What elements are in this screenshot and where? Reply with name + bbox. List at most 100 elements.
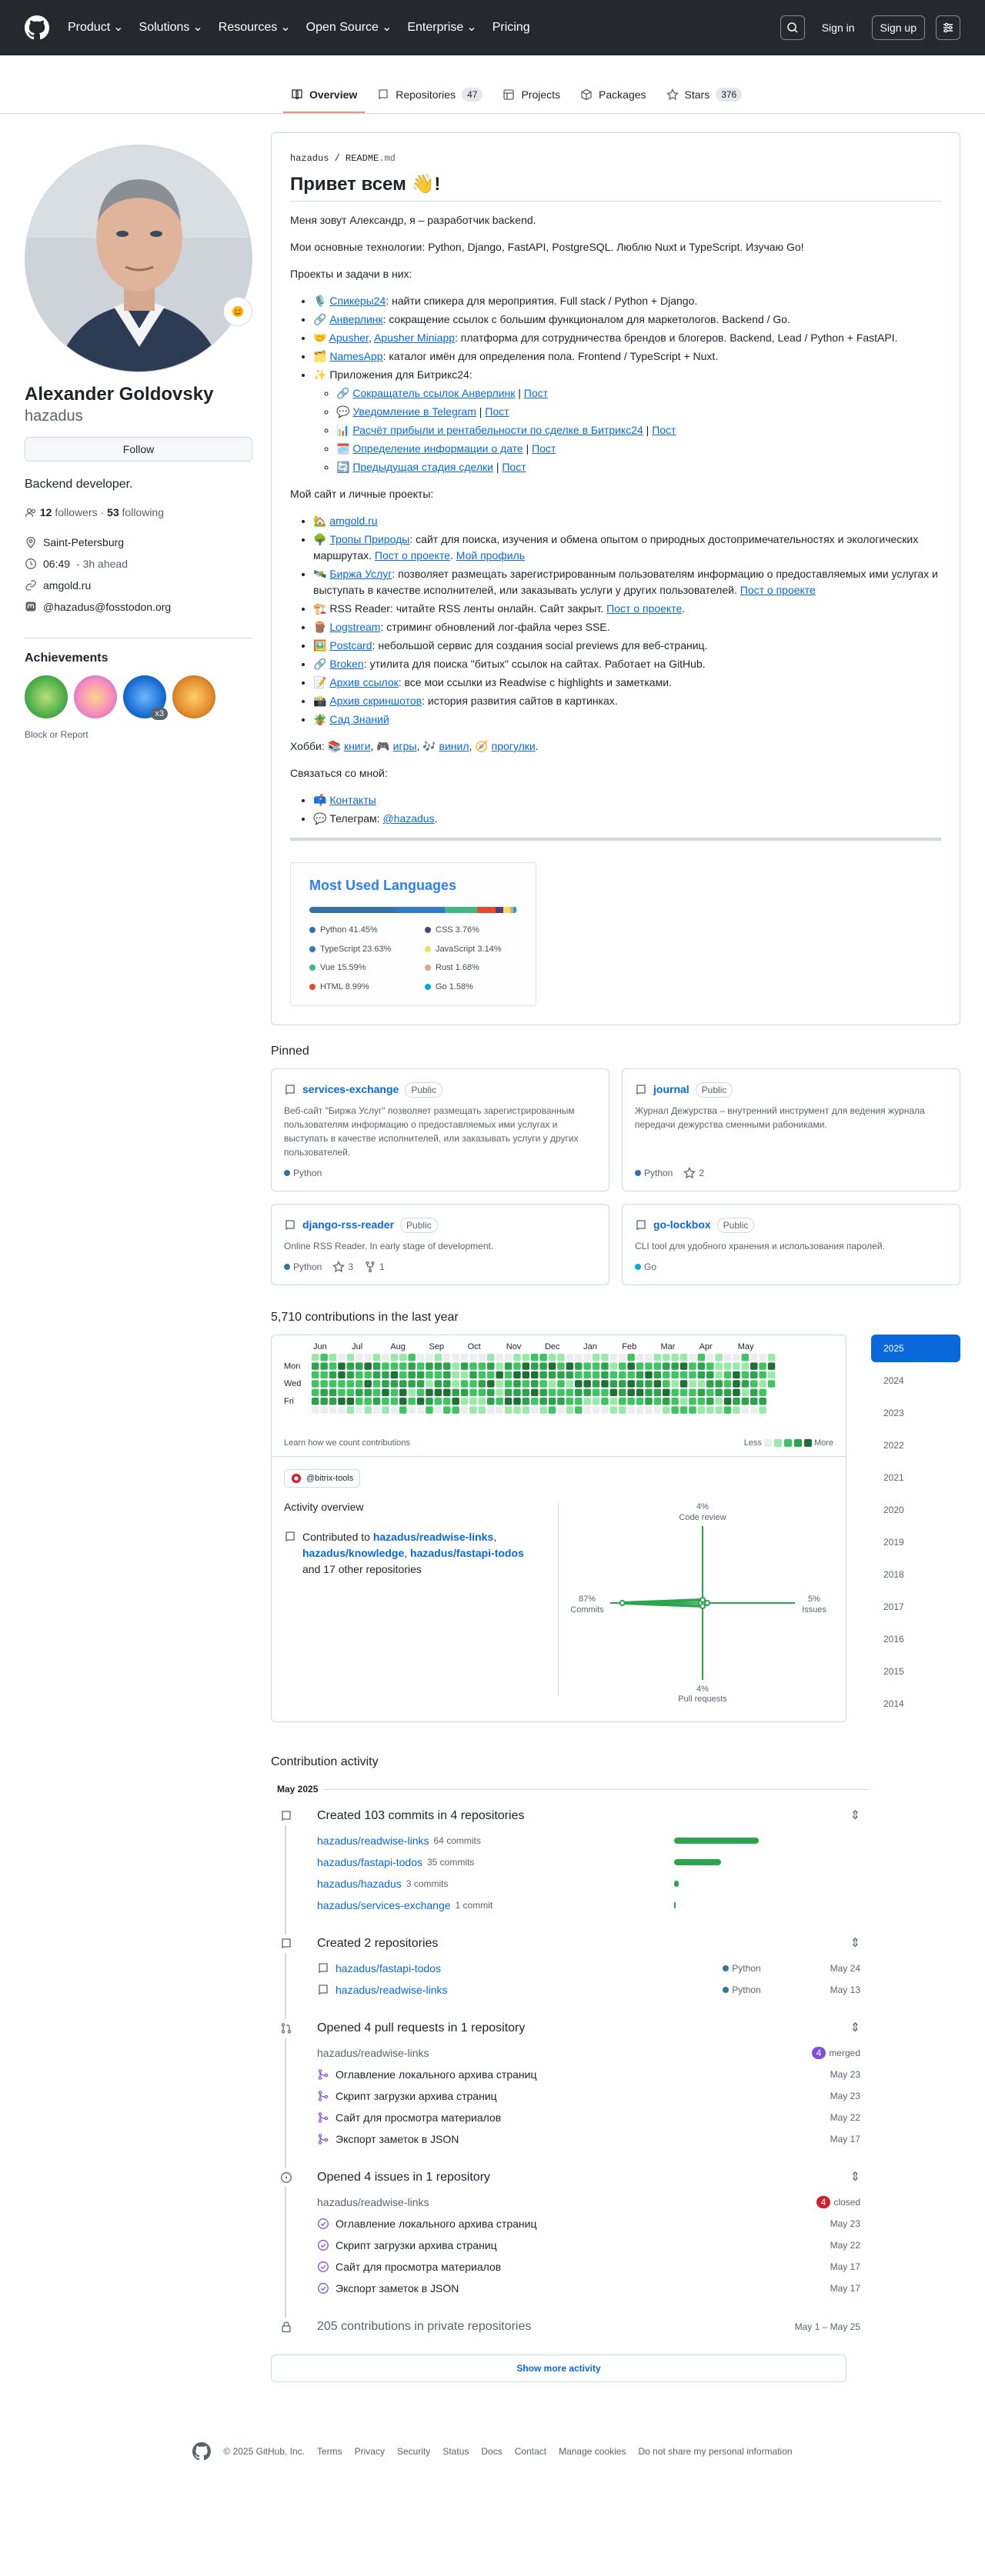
nav-pricing[interactable]: Pricing <box>492 18 530 37</box>
nav-open-source[interactable]: Open Source ⌄ <box>306 18 392 37</box>
achievement-yolo-icon[interactable] <box>74 675 117 718</box>
footer-link[interactable]: Status <box>442 2444 469 2458</box>
tab-stars[interactable]: Stars 376 <box>659 78 750 113</box>
settings-button[interactable] <box>936 15 960 40</box>
signup-button[interactable]: Sign up <box>871 15 925 40</box>
year-link[interactable]: 2020 <box>871 1496 960 1524</box>
issue-title[interactable]: Оглавление локального архива страниц <box>336 2213 536 2234</box>
project-link[interactable]: Apusher <box>329 332 369 344</box>
footer-link[interactable]: Security <box>397 2444 430 2458</box>
github-logo-icon[interactable] <box>25 15 49 40</box>
hobby-link[interactable]: прогулки <box>492 740 536 752</box>
post-link[interactable]: Пост <box>524 387 548 399</box>
project-link[interactable]: Apusher Miniapp <box>374 332 455 344</box>
signin-link[interactable]: Sign in <box>816 20 861 36</box>
telegram-link[interactable]: @hazadus <box>382 812 434 825</box>
contribution-calendar[interactable]: Jun Jul Aug Sep Oct Nov Dec Jan Feb Mar Apr May Mon W… <box>284 1341 833 1434</box>
achievement-starstruck-icon[interactable] <box>172 675 215 718</box>
project-link[interactable]: Спикеры24 <box>329 295 386 307</box>
nav-solutions[interactable]: Solutions ⌄ <box>139 18 203 37</box>
year-link[interactable]: 2014 <box>871 1690 960 1718</box>
pr-title[interactable]: Скрипт загрузки архива страниц <box>336 2085 497 2107</box>
year-link[interactable]: 2017 <box>871 1593 960 1621</box>
nav-enterprise[interactable]: Enterprise ⌄ <box>407 18 476 37</box>
tab-overview[interactable]: Overview <box>283 78 366 113</box>
tab-projects[interactable]: Projects <box>495 78 568 113</box>
app-link[interactable]: Уведомление в Telegram <box>352 405 476 418</box>
repo-link[interactable]: hazadus/readwise-links <box>317 2191 429 2213</box>
pr-title[interactable]: Сайт для просмотра материалов <box>336 2107 501 2128</box>
profile-link[interactable]: Мой профиль <box>456 549 525 562</box>
year-link[interactable]: 2025 <box>871 1335 960 1362</box>
footer-link[interactable]: Contact <box>515 2444 546 2458</box>
tab-packages[interactable]: Packages <box>573 78 653 113</box>
repo-forks[interactable]: 1 <box>364 1260 385 1274</box>
year-link[interactable]: 2015 <box>871 1658 960 1685</box>
project-link[interactable]: Тропы Природы <box>329 533 409 545</box>
app-link[interactable]: Сокращатель ссылок Анверлинк <box>352 387 515 399</box>
project-link[interactable]: Архив скриншотов <box>329 695 422 707</box>
repo-stars[interactable]: 2 <box>683 1166 704 1180</box>
footer-link[interactable]: Manage cookies <box>559 2444 626 2458</box>
project-link[interactable]: Анверлинк <box>329 313 382 325</box>
repo-link[interactable]: hazadus/fastapi-todos <box>317 1851 422 1873</box>
post-link[interactable]: Пост о проекте <box>606 602 682 615</box>
nav-product[interactable]: Product ⌄ <box>68 18 124 37</box>
project-link[interactable]: Биржа Услуг <box>329 568 392 580</box>
learn-link[interactable]: Learn how we count contributions <box>284 1437 410 1450</box>
year-link[interactable]: 2024 <box>871 1367 960 1395</box>
status-emoji-button[interactable] <box>223 297 252 326</box>
year-link[interactable]: 2023 <box>871 1399 960 1427</box>
repo-link[interactable]: hazadus/readwise-links <box>336 1979 448 2001</box>
project-link[interactable]: Сад Знаний <box>329 713 389 725</box>
post-link[interactable]: Пост <box>485 405 509 418</box>
mastodon-item[interactable]: @hazadus@fosstodon.org <box>25 596 252 618</box>
project-link[interactable]: Logstream <box>329 621 380 633</box>
issue-title[interactable]: Скрипт загрузки архива страниц <box>336 2234 497 2256</box>
block-report-link[interactable]: Block or Report <box>25 728 252 741</box>
collapse-icon[interactable]: ⇕ <box>850 2168 860 2187</box>
website-item[interactable]: amgold.ru <box>25 575 252 596</box>
repo-link[interactable]: hazadus/hazadus <box>317 1873 402 1895</box>
following-link[interactable]: 53 following <box>107 506 164 518</box>
post-link[interactable]: Пост <box>502 461 526 473</box>
tab-repositories[interactable]: Repositories 47 <box>369 78 490 113</box>
app-link[interactable]: Расчёт прибыли и рентабельности по сделк… <box>352 424 643 436</box>
hobby-link[interactable]: книги <box>344 740 371 752</box>
year-link[interactable]: 2016 <box>871 1625 960 1653</box>
repo-link[interactable]: journal <box>653 1081 690 1098</box>
achievement-pull-shark-icon[interactable] <box>25 675 68 718</box>
hobby-link[interactable]: игры <box>393 740 417 752</box>
org-badge[interactable]: @bitrix-tools <box>284 1468 361 1488</box>
post-link[interactable]: Пост <box>652 424 676 436</box>
year-link[interactable]: 2022 <box>871 1431 960 1459</box>
pr-title[interactable]: Экспорт заметок в JSON <box>336 2128 459 2150</box>
repo-link[interactable]: hazadus/readwise-links <box>317 2042 429 2064</box>
repo-link[interactable]: hazadus/readwise-links <box>373 1531 493 1543</box>
followers-link[interactable]: 12 followers <box>40 506 98 518</box>
collapse-icon[interactable]: ⇕ <box>850 1807 860 1825</box>
repo-link[interactable]: hazadus/services-exchange <box>317 1895 451 1916</box>
post-link[interactable]: Пост о проекте <box>740 584 816 596</box>
avatar[interactable] <box>25 145 252 372</box>
repo-stars[interactable]: 3 <box>332 1260 353 1274</box>
post-link[interactable]: Пост о проекте <box>375 549 450 562</box>
year-link[interactable]: 2018 <box>871 1561 960 1588</box>
site-link[interactable]: amgold.ru <box>329 515 377 527</box>
repo-link[interactable]: services-exchange <box>302 1081 399 1098</box>
repo-link[interactable]: hazadus/readwise-links <box>317 1830 429 1851</box>
footer-link[interactable]: Terms <box>317 2444 342 2458</box>
project-link[interactable]: Архив ссылок <box>329 676 398 688</box>
repo-link[interactable]: hazadus/fastapi-todos <box>336 1958 441 1979</box>
issue-title[interactable]: Сайт для просмотра материалов <box>336 2256 501 2278</box>
repo-link[interactable]: django-rss-reader <box>302 1217 394 1233</box>
post-link[interactable]: Пост <box>532 442 556 455</box>
collapse-icon[interactable]: ⇕ <box>850 1934 860 1953</box>
project-link[interactable]: Broken <box>329 658 363 670</box>
year-link[interactable]: 2021 <box>871 1464 960 1491</box>
contacts-link[interactable]: Контакты <box>329 794 376 806</box>
search-button[interactable] <box>780 15 805 40</box>
pr-title[interactable]: Оглавление локального архива страниц <box>336 2064 536 2085</box>
year-link[interactable]: 2019 <box>871 1528 960 1556</box>
github-mark-icon[interactable] <box>192 2442 212 2461</box>
